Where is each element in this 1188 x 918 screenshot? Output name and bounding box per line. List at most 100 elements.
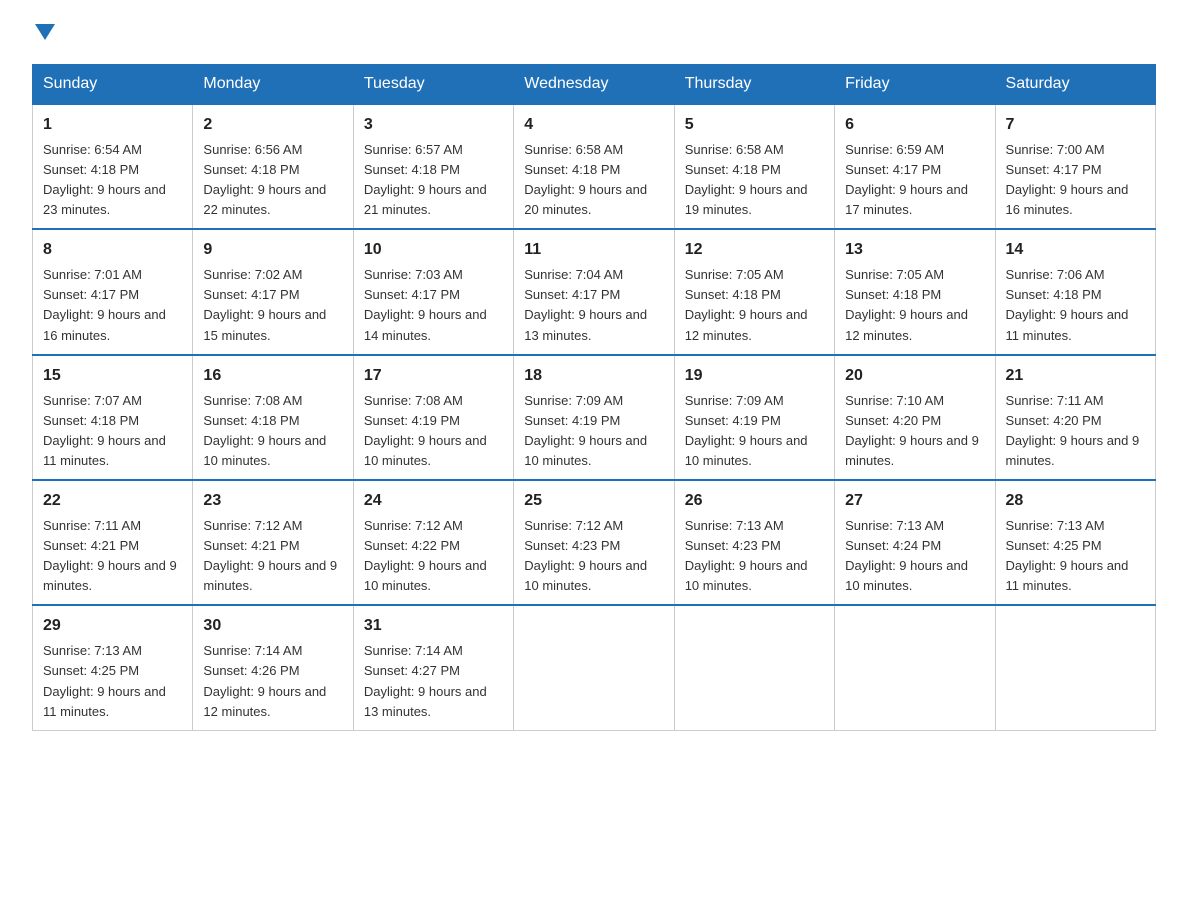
- daylight-text: Daylight: 9 hours and 21 minutes.: [364, 182, 487, 217]
- day-number: 17: [364, 364, 503, 389]
- daylight-text: Daylight: 9 hours and 17 minutes.: [845, 182, 968, 217]
- daylight-text: Daylight: 9 hours and 12 minutes.: [203, 684, 326, 719]
- day-number: 23: [203, 489, 342, 514]
- sunset-text: Sunset: 4:20 PM: [1006, 413, 1102, 428]
- day-number: 21: [1006, 364, 1145, 389]
- sunrise-text: Sunrise: 7:13 AM: [685, 518, 784, 533]
- calendar-cell: 27Sunrise: 7:13 AMSunset: 4:24 PMDayligh…: [835, 480, 995, 605]
- calendar-cell: 29Sunrise: 7:13 AMSunset: 4:25 PMDayligh…: [33, 605, 193, 730]
- day-number: 11: [524, 238, 663, 263]
- daylight-text: Daylight: 9 hours and 19 minutes.: [685, 182, 808, 217]
- sunrise-text: Sunrise: 7:11 AM: [43, 518, 141, 533]
- sunrise-text: Sunrise: 6:58 AM: [685, 142, 784, 157]
- day-number: 2: [203, 113, 342, 138]
- day-number: 28: [1006, 489, 1145, 514]
- daylight-text: Daylight: 9 hours and 12 minutes.: [845, 307, 968, 342]
- sunset-text: Sunset: 4:25 PM: [1006, 538, 1102, 553]
- sunrise-text: Sunrise: 6:59 AM: [845, 142, 944, 157]
- calendar-cell: 14Sunrise: 7:06 AMSunset: 4:18 PMDayligh…: [995, 229, 1155, 354]
- day-number: 14: [1006, 238, 1145, 263]
- day-number: 8: [43, 238, 182, 263]
- sunset-text: Sunset: 4:18 PM: [845, 287, 941, 302]
- weekday-header-thursday: Thursday: [674, 65, 834, 105]
- calendar-cell: 17Sunrise: 7:08 AMSunset: 4:19 PMDayligh…: [353, 355, 513, 480]
- day-number: 3: [364, 113, 503, 138]
- daylight-text: Daylight: 9 hours and 11 minutes.: [43, 433, 166, 468]
- header: [32, 24, 1156, 46]
- weekday-header-tuesday: Tuesday: [353, 65, 513, 105]
- calendar-cell: 13Sunrise: 7:05 AMSunset: 4:18 PMDayligh…: [835, 229, 995, 354]
- calendar-cell: 22Sunrise: 7:11 AMSunset: 4:21 PMDayligh…: [33, 480, 193, 605]
- calendar-cell: 15Sunrise: 7:07 AMSunset: 4:18 PMDayligh…: [33, 355, 193, 480]
- sunset-text: Sunset: 4:19 PM: [524, 413, 620, 428]
- day-number: 5: [685, 113, 824, 138]
- calendar-cell: 20Sunrise: 7:10 AMSunset: 4:20 PMDayligh…: [835, 355, 995, 480]
- calendar-cell: [995, 605, 1155, 730]
- daylight-text: Daylight: 9 hours and 16 minutes.: [1006, 182, 1129, 217]
- logo: [32, 24, 55, 46]
- sunset-text: Sunset: 4:17 PM: [364, 287, 460, 302]
- daylight-text: Daylight: 9 hours and 11 minutes.: [43, 684, 166, 719]
- sunset-text: Sunset: 4:27 PM: [364, 663, 460, 678]
- daylight-text: Daylight: 9 hours and 11 minutes.: [1006, 307, 1129, 342]
- week-row-1: 1Sunrise: 6:54 AMSunset: 4:18 PMDaylight…: [33, 104, 1156, 229]
- calendar-cell: 19Sunrise: 7:09 AMSunset: 4:19 PMDayligh…: [674, 355, 834, 480]
- calendar-cell: 5Sunrise: 6:58 AMSunset: 4:18 PMDaylight…: [674, 104, 834, 229]
- calendar-cell: 8Sunrise: 7:01 AMSunset: 4:17 PMDaylight…: [33, 229, 193, 354]
- week-row-2: 8Sunrise: 7:01 AMSunset: 4:17 PMDaylight…: [33, 229, 1156, 354]
- day-number: 13: [845, 238, 984, 263]
- day-number: 15: [43, 364, 182, 389]
- sunset-text: Sunset: 4:17 PM: [43, 287, 139, 302]
- day-number: 27: [845, 489, 984, 514]
- calendar-body: 1Sunrise: 6:54 AMSunset: 4:18 PMDaylight…: [33, 104, 1156, 730]
- daylight-text: Daylight: 9 hours and 10 minutes.: [364, 558, 487, 593]
- sunset-text: Sunset: 4:17 PM: [1006, 162, 1102, 177]
- sunrise-text: Sunrise: 6:58 AM: [524, 142, 623, 157]
- calendar-cell: 18Sunrise: 7:09 AMSunset: 4:19 PMDayligh…: [514, 355, 674, 480]
- calendar-cell: 10Sunrise: 7:03 AMSunset: 4:17 PMDayligh…: [353, 229, 513, 354]
- sunrise-text: Sunrise: 7:14 AM: [203, 643, 302, 658]
- daylight-text: Daylight: 9 hours and 12 minutes.: [685, 307, 808, 342]
- sunset-text: Sunset: 4:18 PM: [685, 287, 781, 302]
- day-number: 4: [524, 113, 663, 138]
- week-row-5: 29Sunrise: 7:13 AMSunset: 4:25 PMDayligh…: [33, 605, 1156, 730]
- day-number: 12: [685, 238, 824, 263]
- daylight-text: Daylight: 9 hours and 9 minutes.: [1006, 433, 1140, 468]
- daylight-text: Daylight: 9 hours and 10 minutes.: [524, 433, 647, 468]
- weekday-header-saturday: Saturday: [995, 65, 1155, 105]
- daylight-text: Daylight: 9 hours and 23 minutes.: [43, 182, 166, 217]
- week-row-4: 22Sunrise: 7:11 AMSunset: 4:21 PMDayligh…: [33, 480, 1156, 605]
- week-row-3: 15Sunrise: 7:07 AMSunset: 4:18 PMDayligh…: [33, 355, 1156, 480]
- weekday-header-monday: Monday: [193, 65, 353, 105]
- daylight-text: Daylight: 9 hours and 22 minutes.: [203, 182, 326, 217]
- calendar-cell: 9Sunrise: 7:02 AMSunset: 4:17 PMDaylight…: [193, 229, 353, 354]
- day-number: 7: [1006, 113, 1145, 138]
- calendar-cell: 26Sunrise: 7:13 AMSunset: 4:23 PMDayligh…: [674, 480, 834, 605]
- daylight-text: Daylight: 9 hours and 10 minutes.: [524, 558, 647, 593]
- sunset-text: Sunset: 4:21 PM: [43, 538, 139, 553]
- sunset-text: Sunset: 4:20 PM: [845, 413, 941, 428]
- weekday-header-wednesday: Wednesday: [514, 65, 674, 105]
- sunrise-text: Sunrise: 7:02 AM: [203, 267, 302, 282]
- daylight-text: Daylight: 9 hours and 10 minutes.: [364, 433, 487, 468]
- weekday-header-row: SundayMondayTuesdayWednesdayThursdayFrid…: [33, 65, 1156, 105]
- calendar-cell: [835, 605, 995, 730]
- daylight-text: Daylight: 9 hours and 9 minutes.: [845, 433, 979, 468]
- calendar-cell: 12Sunrise: 7:05 AMSunset: 4:18 PMDayligh…: [674, 229, 834, 354]
- calendar-cell: 23Sunrise: 7:12 AMSunset: 4:21 PMDayligh…: [193, 480, 353, 605]
- weekday-header-friday: Friday: [835, 65, 995, 105]
- weekday-header-sunday: Sunday: [33, 65, 193, 105]
- sunrise-text: Sunrise: 7:11 AM: [1006, 393, 1104, 408]
- daylight-text: Daylight: 9 hours and 13 minutes.: [364, 684, 487, 719]
- sunset-text: Sunset: 4:21 PM: [203, 538, 299, 553]
- sunset-text: Sunset: 4:25 PM: [43, 663, 139, 678]
- day-number: 31: [364, 614, 503, 639]
- calendar-cell: 4Sunrise: 6:58 AMSunset: 4:18 PMDaylight…: [514, 104, 674, 229]
- sunrise-text: Sunrise: 7:10 AM: [845, 393, 944, 408]
- sunset-text: Sunset: 4:26 PM: [203, 663, 299, 678]
- sunrise-text: Sunrise: 7:13 AM: [1006, 518, 1105, 533]
- sunset-text: Sunset: 4:18 PM: [203, 162, 299, 177]
- calendar-cell: 2Sunrise: 6:56 AMSunset: 4:18 PMDaylight…: [193, 104, 353, 229]
- calendar-cell: 24Sunrise: 7:12 AMSunset: 4:22 PMDayligh…: [353, 480, 513, 605]
- sunset-text: Sunset: 4:23 PM: [524, 538, 620, 553]
